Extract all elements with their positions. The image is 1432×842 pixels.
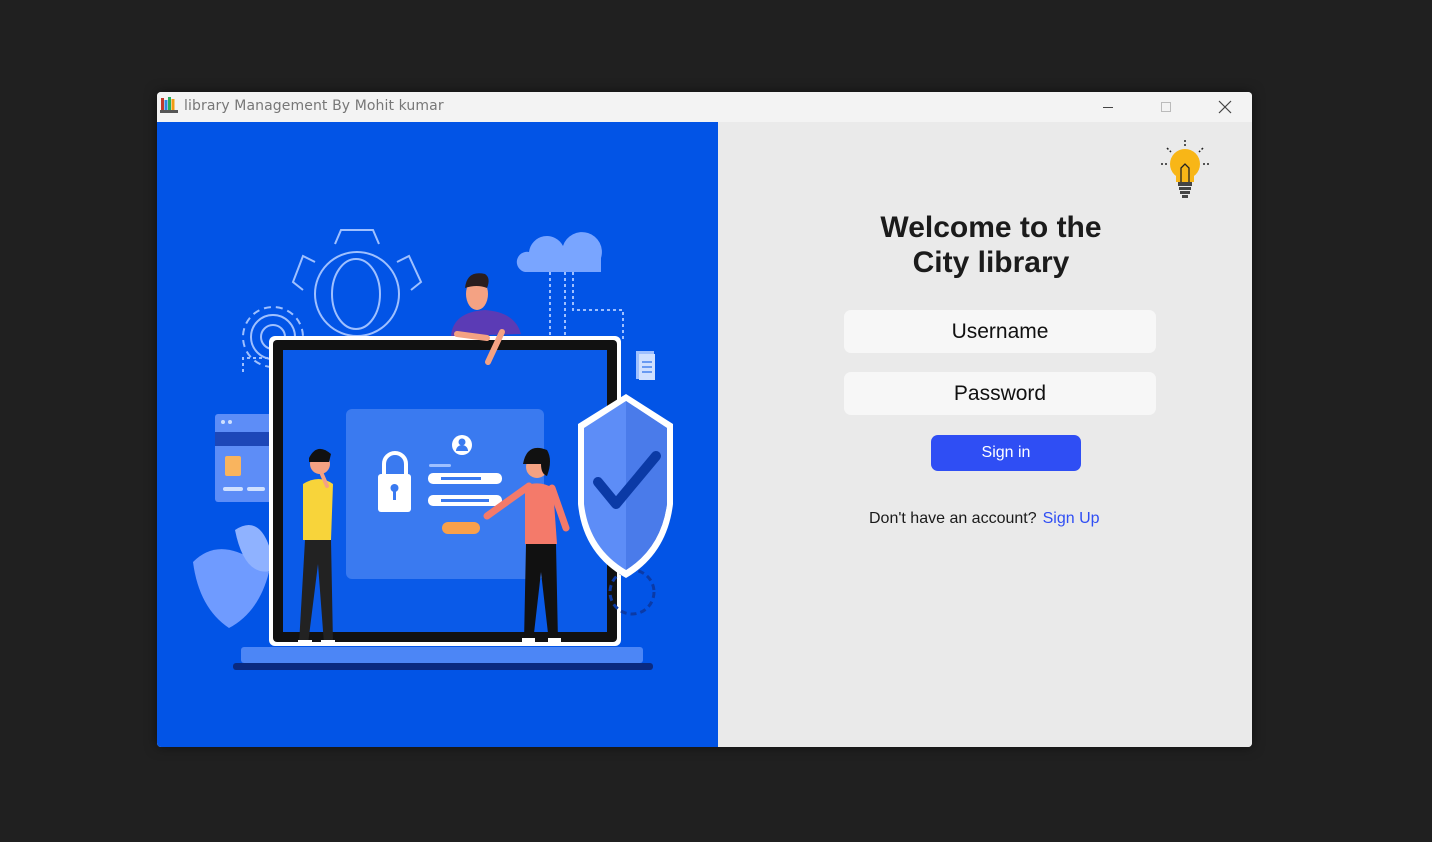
- window-title: library Management By Mohit kumar: [184, 98, 444, 114]
- close-icon: [1218, 100, 1232, 114]
- card-window-icon: [215, 414, 273, 502]
- no-account-text: Don't have an account?: [869, 510, 1037, 527]
- gear-icon: [291, 229, 423, 355]
- welcome-line-2: City library: [912, 246, 1070, 279]
- login-panel: Welcome to the City library Sign in Don'…: [718, 122, 1252, 747]
- sign-up-link[interactable]: Sign Up: [1043, 510, 1100, 527]
- maximize-icon: [1161, 102, 1171, 112]
- password-field[interactable]: [844, 372, 1156, 415]
- document-icon: [634, 349, 656, 381]
- lightbulb-icon: [1161, 140, 1209, 198]
- illustration-panel: [157, 122, 718, 747]
- username-field[interactable]: [844, 310, 1156, 353]
- welcome-heading: Welcome to the City library: [718, 210, 1252, 280]
- welcome-line-1: Welcome to the: [880, 211, 1102, 244]
- signup-prompt: Don't have an account? Sign Up: [869, 510, 1100, 528]
- title-bar[interactable]: library Management By Mohit kumar: [157, 92, 1252, 122]
- library-app-icon: [160, 97, 178, 113]
- login-security-illustration: [193, 229, 673, 670]
- maximize-button[interactable]: [1137, 92, 1195, 122]
- minimize-icon: [1103, 107, 1113, 108]
- minimize-button[interactable]: [1079, 92, 1137, 122]
- close-button[interactable]: [1196, 92, 1252, 122]
- sign-in-button[interactable]: Sign in: [931, 435, 1081, 471]
- app-window: library Management By Mohit kumar Welcom…: [157, 92, 1252, 747]
- plant-leaves: [193, 525, 275, 628]
